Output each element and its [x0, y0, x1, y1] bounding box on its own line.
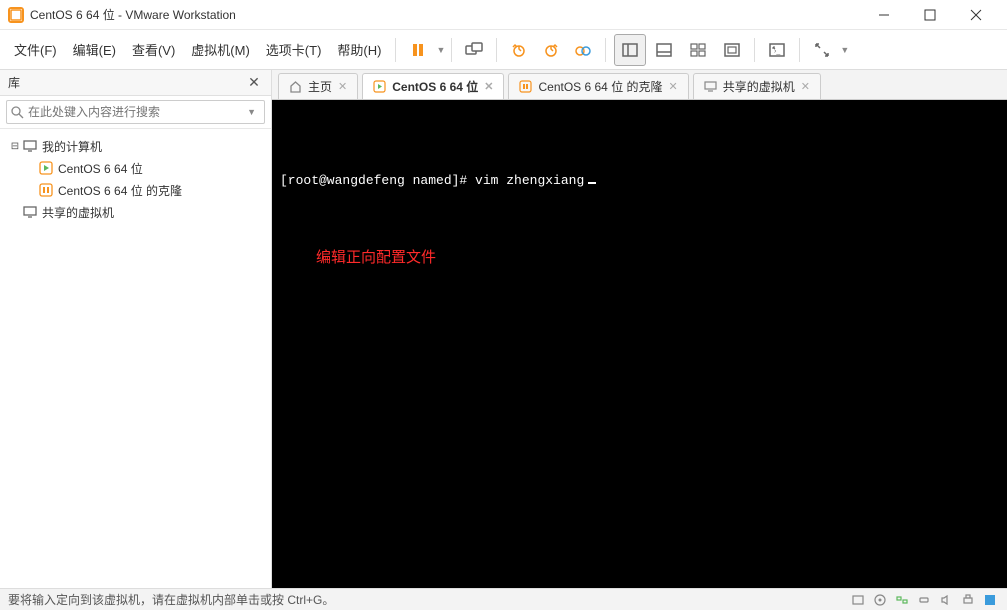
stretch-dropdown-caret[interactable]: ▼	[840, 45, 849, 55]
usb-icon[interactable]	[915, 591, 933, 609]
close-icon[interactable]: ✕	[669, 80, 678, 93]
cd-icon[interactable]	[871, 591, 889, 609]
menu-file[interactable]: 文件(F)	[6, 34, 65, 65]
view-single-button[interactable]	[614, 34, 646, 66]
search-icon	[11, 106, 24, 119]
maximize-button[interactable]	[907, 0, 953, 30]
collapse-icon[interactable]: ⊟	[8, 141, 22, 152]
snapshot-button[interactable]	[503, 34, 535, 66]
svg-text:›_: ›_	[774, 48, 780, 55]
tab-clone-label: CentOS 6 64 位 的克隆	[538, 78, 662, 95]
tab-centos-label: CentOS 6 64 位	[392, 78, 478, 95]
separator	[451, 38, 452, 62]
search-input[interactable]	[28, 105, 243, 119]
library-tree: ⊟ 我的计算机 CentOS 6 64 位 CentOS 6 64 位 的克隆 …	[0, 129, 271, 588]
monitor-icon	[22, 138, 38, 154]
tree-item-label: CentOS 6 64 位 的克隆	[58, 182, 182, 199]
send-ctrlaltdel-button[interactable]	[458, 34, 490, 66]
shared-icon	[22, 204, 38, 220]
library-sidebar: 库 ✕ ▼ ⊟ 我的计算机 CentOS 6 64 位 CentOS 6 64	[0, 70, 272, 588]
close-icon[interactable]: ✕	[484, 80, 493, 93]
separator	[496, 38, 497, 62]
revert-snapshot-button[interactable]	[535, 34, 567, 66]
home-icon	[289, 80, 302, 93]
sound-icon[interactable]	[937, 591, 955, 609]
close-button[interactable]	[953, 0, 999, 30]
tree-item-label: CentOS 6 64 位	[58, 160, 143, 177]
tab-shared-label: 共享的虚拟机	[723, 78, 795, 95]
separator	[799, 38, 800, 62]
vm-running-icon	[38, 160, 54, 176]
menu-vm[interactable]: 虚拟机(M)	[183, 34, 258, 65]
library-search[interactable]: ▼	[6, 100, 265, 124]
tab-shared[interactable]: 共享的虚拟机 ✕	[693, 73, 821, 99]
terminal-prompt: [root@wangdefeng named]# vim zhengxiang	[280, 173, 584, 188]
stretch-button[interactable]	[806, 34, 838, 66]
view-thumbnails-button[interactable]	[682, 34, 714, 66]
tab-centos-clone[interactable]: CentOS 6 64 位 的克隆 ✕	[508, 73, 688, 99]
separator	[605, 38, 606, 62]
menu-edit[interactable]: 编辑(E)	[65, 34, 124, 65]
cursor	[588, 170, 596, 184]
disk-icon[interactable]	[849, 591, 867, 609]
tree-shared-vms[interactable]: 共享的虚拟机	[4, 201, 267, 223]
tree-root-mycomputer[interactable]: ⊟ 我的计算机	[4, 135, 267, 157]
close-icon[interactable]: ✕	[338, 80, 347, 93]
close-icon[interactable]: ✕	[801, 80, 810, 93]
vm-console[interactable]: [root@wangdefeng named]# vim zhengxiang …	[272, 100, 1007, 588]
menu-help[interactable]: 帮助(H)	[329, 34, 389, 65]
menubar: 文件(F) 编辑(E) 查看(V) 虚拟机(M) 选项卡(T) 帮助(H) ▼	[0, 30, 1007, 70]
menu-view[interactable]: 查看(V)	[124, 34, 183, 65]
tree-item-centos-clone[interactable]: CentOS 6 64 位 的克隆	[4, 179, 267, 201]
vmware-icon	[8, 7, 24, 23]
close-library-button[interactable]: ✕	[245, 74, 263, 92]
library-title: 库	[8, 74, 245, 91]
tree-root-label: 我的计算机	[42, 138, 102, 155]
unity-button[interactable]	[716, 34, 748, 66]
status-message: 要将输入定向到该虚拟机，请在虚拟机内部单击或按 Ctrl+G。	[8, 591, 849, 608]
annotation-text: 编辑正向配置文件	[316, 246, 999, 267]
device-tray	[849, 591, 999, 609]
pause-button[interactable]	[402, 34, 434, 66]
tab-home[interactable]: 主页 ✕	[278, 73, 358, 99]
tree-item-centos[interactable]: CentOS 6 64 位	[4, 157, 267, 179]
snapshot-manager-button[interactable]	[567, 34, 599, 66]
separator	[395, 38, 396, 62]
separator	[754, 38, 755, 62]
tab-centos[interactable]: CentOS 6 64 位 ✕	[362, 73, 504, 99]
tree-shared-label: 共享的虚拟机	[42, 204, 114, 221]
network-icon[interactable]	[893, 591, 911, 609]
vm-paused-icon	[38, 182, 54, 198]
tab-home-label: 主页	[308, 78, 332, 95]
titlebar: CentOS 6 64 位 - VMware Workstation	[0, 0, 1007, 30]
minimize-button[interactable]	[861, 0, 907, 30]
shared-icon	[704, 80, 717, 93]
menu-tabs[interactable]: 选项卡(T)	[258, 34, 330, 65]
search-caret[interactable]: ▼	[243, 107, 260, 117]
tabs-bar: 主页 ✕ CentOS 6 64 位 ✕ CentOS 6 64 位 的克隆 ✕…	[272, 70, 1007, 100]
messages-icon[interactable]	[981, 591, 999, 609]
vm-paused-icon	[519, 80, 532, 93]
vm-running-icon	[373, 80, 386, 93]
window-title: CentOS 6 64 位 - VMware Workstation	[30, 6, 861, 23]
printer-icon[interactable]	[959, 591, 977, 609]
fullscreen-button[interactable]: ›_	[761, 34, 793, 66]
power-dropdown-caret[interactable]: ▼	[436, 45, 445, 55]
view-console-button[interactable]	[648, 34, 680, 66]
statusbar: 要将输入定向到该虚拟机，请在虚拟机内部单击或按 Ctrl+G。	[0, 588, 1007, 610]
